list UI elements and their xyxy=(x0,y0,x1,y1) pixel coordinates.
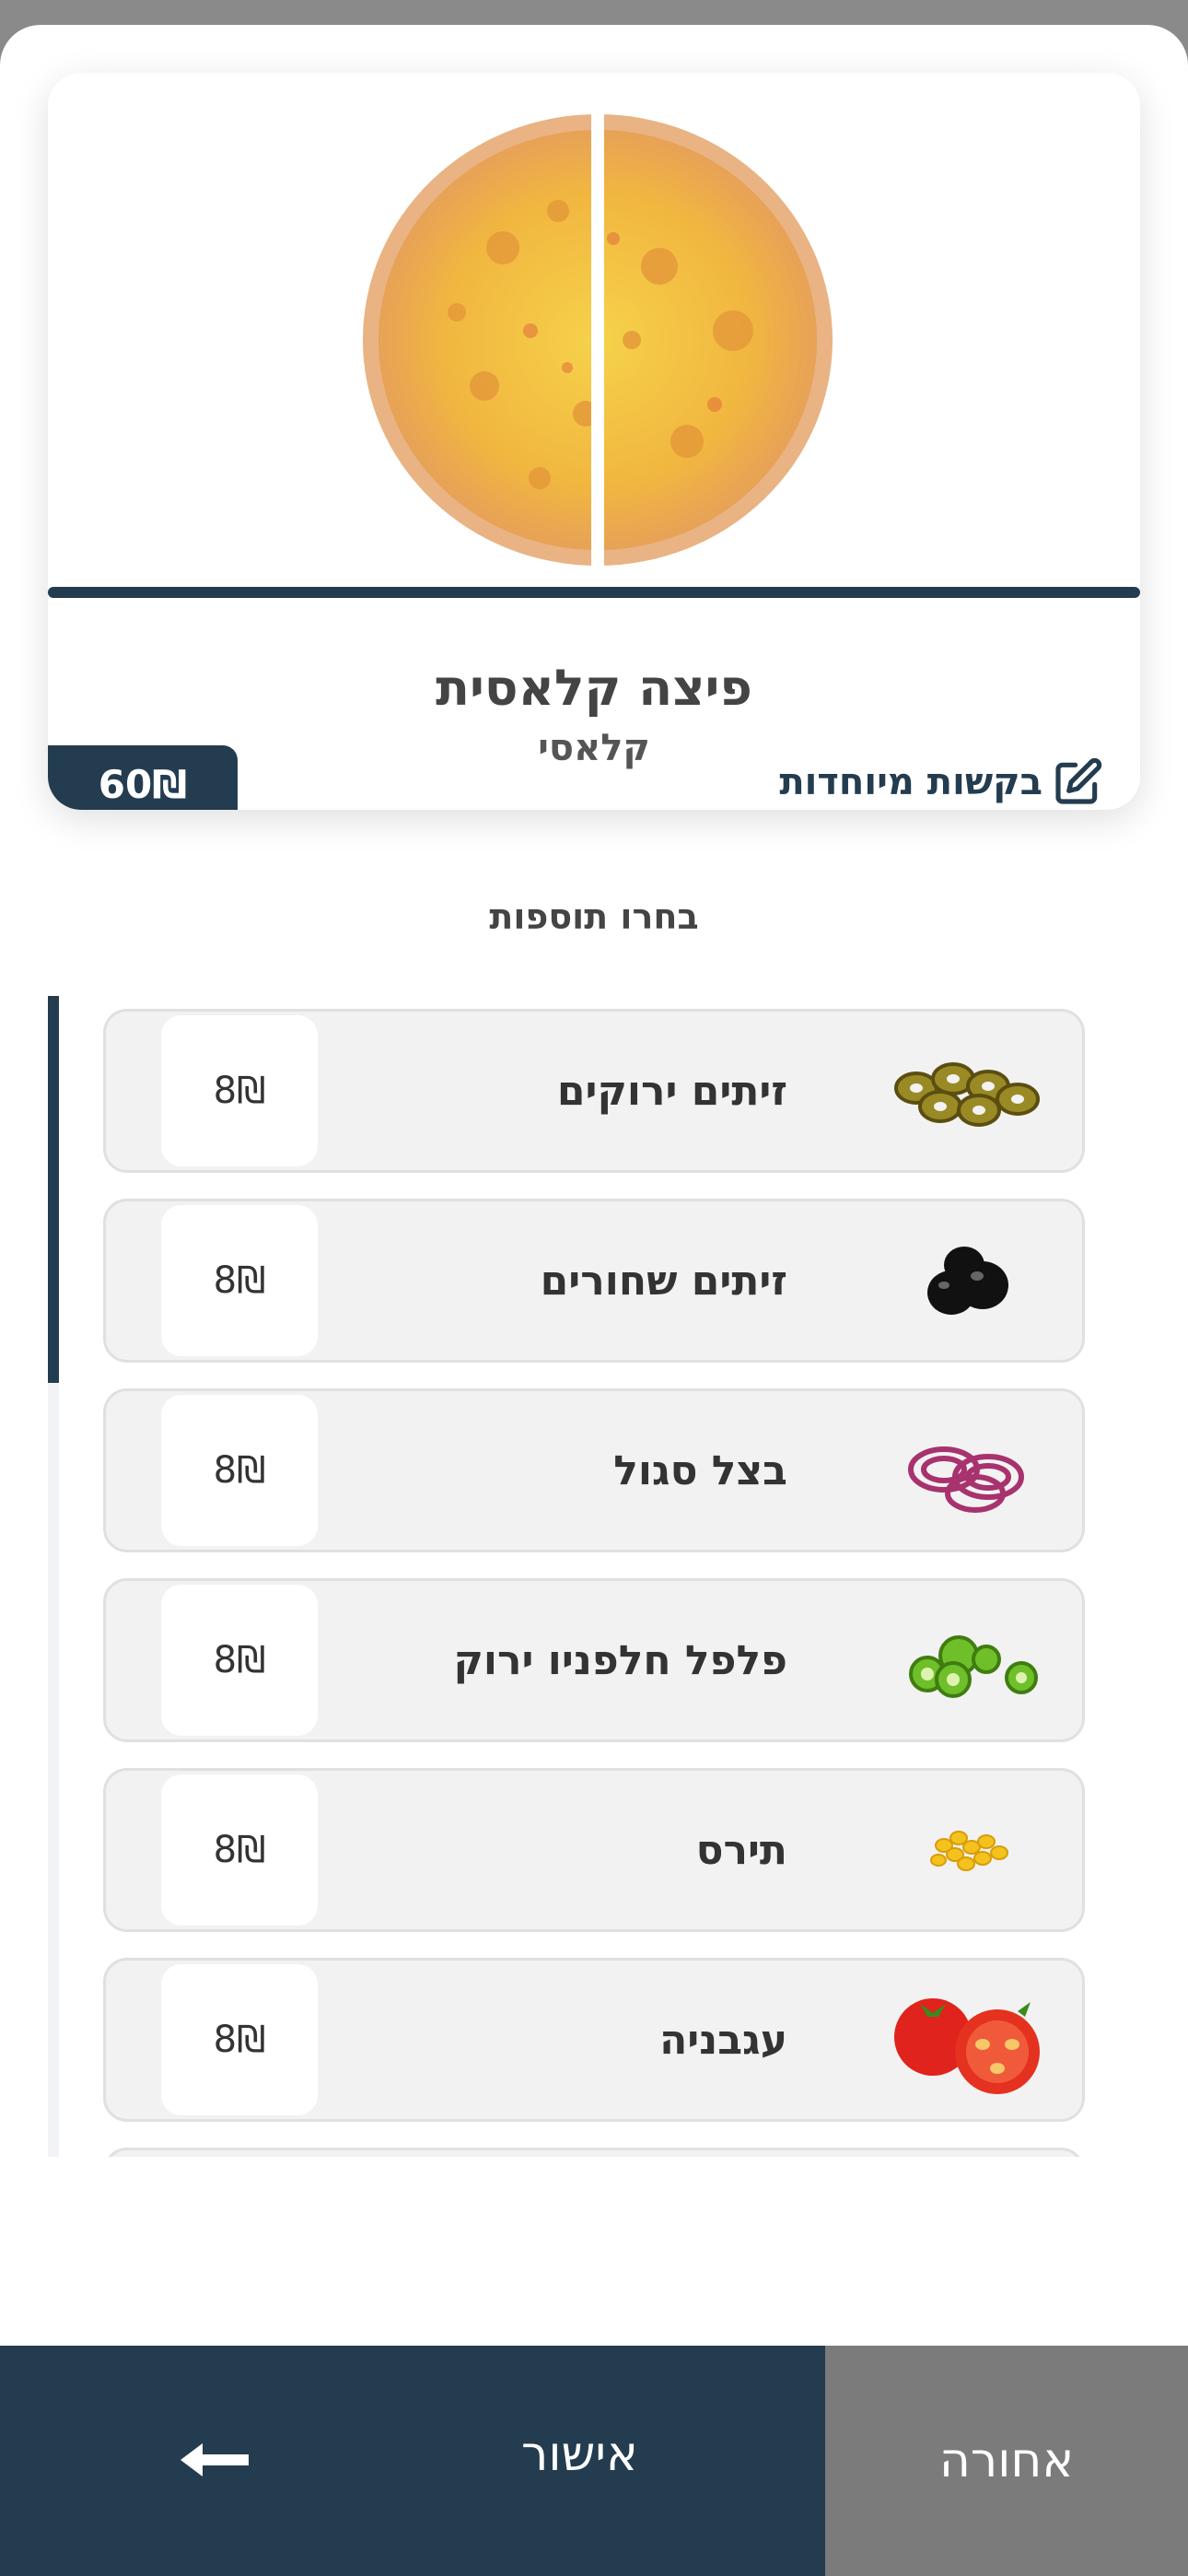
addon-item-tomato[interactable]: 8₪ עגבניה xyxy=(103,1958,1085,2122)
addon-label: עגבניה xyxy=(659,2016,787,2064)
tomato-icon xyxy=(894,1998,1040,2094)
addon-label: תירס xyxy=(695,1826,787,1874)
black-olives-icon xyxy=(927,1247,1008,1315)
scrollbar-track[interactable] xyxy=(48,996,59,2157)
back-button[interactable]: אחורה xyxy=(825,2346,1188,2576)
jalapeno-icon xyxy=(909,1635,1038,1698)
product-title: פיצה קלאסית xyxy=(436,659,752,717)
addon-price: 8₪ xyxy=(161,1205,318,1356)
product-card: פיצה קלאסית קלאסי 60₪ בקשות מיוחדות xyxy=(48,73,1140,810)
special-requests-label: בקשות מיוחדות xyxy=(779,761,1042,803)
product-image-area xyxy=(48,73,1140,589)
addon-label: פלפל חלפניו ירוק xyxy=(453,1636,787,1684)
addons-list[interactable]: 8₪ זיתים ירוקים 8₪ זיתים שחורים 8₪ בצל ס… xyxy=(48,996,1089,2157)
product-sheet: פיצה קלאסית קלאסי 60₪ בקשות מיוחדות בחרו… xyxy=(0,25,1188,2576)
addon-price: 8₪ xyxy=(161,1774,318,1926)
addon-item-red-onion[interactable]: 8₪ בצל סגול xyxy=(103,1388,1085,1552)
back-label: אחורה xyxy=(938,2433,1075,2488)
product-price-badge: 60₪ xyxy=(48,745,238,810)
addon-price: 8₪ xyxy=(161,1015,318,1166)
addon-price: 8₪ xyxy=(161,1964,318,2115)
scrollbar-thumb[interactable] xyxy=(48,996,59,1383)
addon-label: זיתים שחורים xyxy=(540,1257,787,1305)
corn-icon xyxy=(930,1831,1008,1871)
addon-item-jalapeno[interactable]: 8₪ פלפל חלפניו ירוק xyxy=(103,1578,1085,1742)
special-requests-button[interactable]: בקשות מיוחדות xyxy=(779,755,1103,810)
addon-item-corn[interactable]: 8₪ תירס xyxy=(103,1768,1085,1932)
green-olives-icon xyxy=(894,1062,1040,1127)
footer-actions: אישור אחורה xyxy=(0,2346,1188,2576)
addon-label: בצל סגול xyxy=(613,1446,787,1494)
addons-title: בחרו תוספות xyxy=(489,896,699,937)
arrow-left-icon xyxy=(181,2443,249,2476)
confirm-button[interactable]: אישור xyxy=(0,2346,825,2576)
addon-item-partial[interactable] xyxy=(103,2148,1085,2157)
addon-item-green-olives[interactable]: 8₪ זיתים ירוקים xyxy=(103,1009,1085,1173)
edit-icon xyxy=(1055,757,1102,804)
hero-divider xyxy=(48,587,1140,598)
red-onion-icon xyxy=(908,1446,1024,1513)
pizza-image xyxy=(363,110,833,570)
addon-label: זיתים ירוקים xyxy=(556,1067,787,1115)
addon-item-black-olives[interactable]: 8₪ זיתים שחורים xyxy=(103,1199,1085,1363)
addon-price: 8₪ xyxy=(161,1585,318,1736)
confirm-label: אישור xyxy=(521,2427,638,2482)
addon-price: 8₪ xyxy=(161,1395,318,1546)
